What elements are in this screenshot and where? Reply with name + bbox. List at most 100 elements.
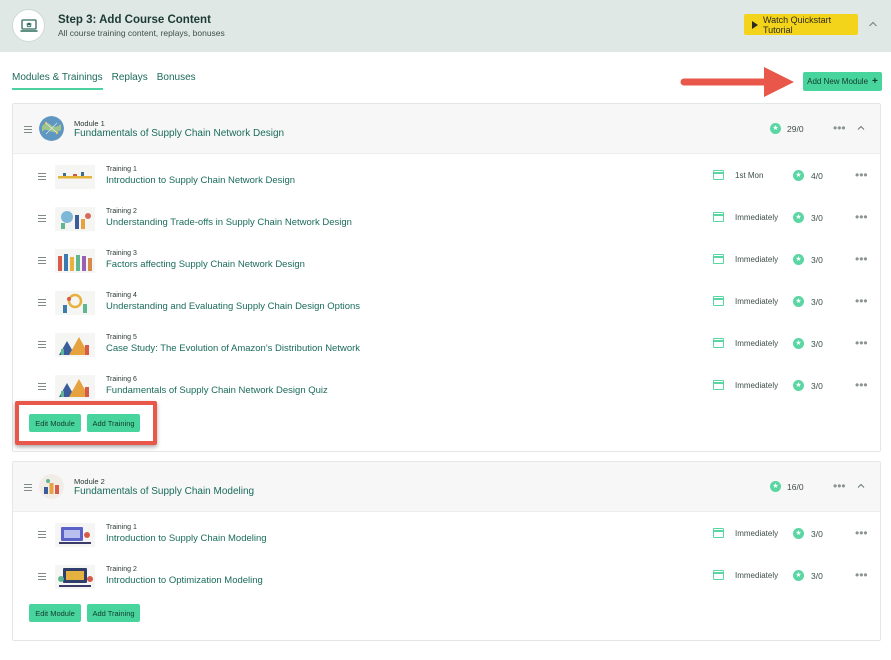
more-options-icon[interactable]: ••• [833,122,846,134]
drip-schedule: Immediately [735,255,779,264]
more-options-icon[interactable]: ••• [855,211,868,223]
drag-handle-icon[interactable] [38,341,46,348]
add-new-module-label: Add New Module [807,77,869,86]
annotation-highlight-box [15,401,157,445]
more-options-icon[interactable]: ••• [855,527,868,539]
drip-schedule: Immediately [735,213,779,222]
tab-bonuses[interactable]: Bonuses [157,72,196,90]
training-score: 3/0 [811,339,823,349]
more-options-icon[interactable]: ••• [855,295,868,307]
training-score: 3/0 [811,255,823,265]
more-options-icon[interactable]: ••• [855,169,868,181]
training-thumbnail [55,375,95,399]
more-options-icon[interactable]: ••• [833,480,846,492]
training-title[interactable]: Fundamentals of Supply Chain Network Des… [106,385,328,396]
star-icon: ★ [793,170,804,181]
training-kicker: Training 5 [106,334,137,341]
training-row[interactable]: Training 2 Introduction to Optimization … [13,555,880,597]
drag-handle-icon[interactable] [24,484,32,491]
calendar-icon [713,296,724,306]
training-row[interactable]: Training 5 Case Study: The Evolution of … [13,323,880,365]
collapse-chevron-icon[interactable] [856,123,866,133]
training-title[interactable]: Factors affecting Supply Chain Network D… [106,259,305,270]
module-title[interactable]: Fundamentals of Supply Chain Network Des… [74,128,284,139]
module-thumbnail [39,116,64,141]
module-title[interactable]: Fundamentals of Supply Chain Modeling [74,486,254,497]
training-kicker: Training 1 [106,166,137,173]
training-score: 4/0 [811,171,823,181]
drip-schedule: Immediately [735,529,779,538]
more-options-icon[interactable]: ••• [855,253,868,265]
module-header[interactable]: Module 2 Fundamentals of Supply Chain Mo… [13,462,880,512]
training-title[interactable]: Understanding Trade-offs in Supply Chain… [106,217,352,228]
star-icon: ★ [793,528,804,539]
training-thumbnail [55,565,95,589]
training-kicker: Training 3 [106,250,137,257]
plus-icon: + [872,76,878,87]
training-row[interactable]: Training 2 Understanding Trade-offs in S… [13,197,880,239]
more-options-icon[interactable]: ••• [855,337,868,349]
step-subtitle: All course training content, replays, bo… [58,28,225,38]
edit-module-button[interactable]: Edit Module [29,604,81,622]
module-score: 16/0 [787,482,804,492]
module-thumbnail [39,474,64,499]
training-thumbnail [55,291,95,315]
tab-modules-trainings[interactable]: Modules & Trainings [12,72,103,90]
drag-handle-icon[interactable] [38,299,46,306]
more-options-icon[interactable]: ••• [855,569,868,581]
add-training-button[interactable]: Add Training [87,604,140,622]
training-score: 3/0 [811,381,823,391]
drag-handle-icon[interactable] [38,531,46,538]
training-thumbnail [55,523,95,547]
training-kicker: Training 2 [106,208,137,215]
drip-schedule: Immediately [735,297,779,306]
calendar-icon [713,570,724,580]
training-row[interactable]: Training 4 Understanding and Evaluating … [13,281,880,323]
star-icon: ★ [793,254,804,265]
module-card: Module 1 Fundamentals of Supply Chain Ne… [12,103,881,452]
more-options-icon[interactable]: ••• [855,379,868,391]
training-kicker: Training 6 [106,376,137,383]
training-score: 3/0 [811,297,823,307]
star-icon: ★ [793,212,804,223]
calendar-icon [713,212,724,222]
drag-handle-icon[interactable] [38,257,46,264]
training-row[interactable]: Training 1 Introduction to Supply Chain … [13,513,880,555]
chevron-up-icon[interactable] [867,18,879,30]
training-title[interactable]: Case Study: The Evolution of Amazon's Di… [106,343,360,354]
drag-handle-icon[interactable] [38,215,46,222]
training-row[interactable]: Training 3 Factors affecting Supply Chai… [13,239,880,281]
training-score: 3/0 [811,571,823,581]
training-score: 3/0 [811,213,823,223]
calendar-icon [713,528,724,538]
training-title[interactable]: Introduction to Supply Chain Modeling [106,533,267,544]
drip-schedule: 1st Mon [735,171,764,180]
add-new-module-button[interactable]: Add New Module + [803,72,882,91]
training-row[interactable]: Training 1 Introduction to Supply Chain … [13,155,880,197]
drag-handle-icon[interactable] [38,173,46,180]
drag-handle-icon[interactable] [38,573,46,580]
training-title[interactable]: Introduction to Optimization Modeling [106,575,263,586]
content-tabs: Modules & Trainings Replays Bonuses [12,72,196,90]
annotation-arrow [680,67,794,97]
star-icon: ★ [770,123,781,134]
calendar-icon [713,338,724,348]
module-score: 29/0 [787,124,804,134]
step-title: Step 3: Add Course Content [58,14,211,26]
drag-handle-icon[interactable] [38,383,46,390]
star-icon: ★ [793,338,804,349]
star-icon: ★ [793,570,804,581]
watch-quickstart-label: Watch Quickstart Tutorial [763,14,832,35]
module-kicker: Module 1 [74,119,105,128]
training-title[interactable]: Introduction to Supply Chain Network Des… [106,175,295,186]
watch-quickstart-button[interactable]: Watch Quickstart Tutorial [744,14,858,35]
laptop-graduation-icon [12,9,45,42]
tab-replays[interactable]: Replays [112,72,148,90]
step-banner: Step 3: Add Course Content All course tr… [0,0,891,52]
drag-handle-icon[interactable] [24,126,32,133]
calendar-icon [713,170,724,180]
training-thumbnail [55,333,95,357]
module-header[interactable]: Module 1 Fundamentals of Supply Chain Ne… [13,104,880,154]
collapse-chevron-icon[interactable] [856,481,866,491]
training-title[interactable]: Understanding and Evaluating Supply Chai… [106,301,360,312]
